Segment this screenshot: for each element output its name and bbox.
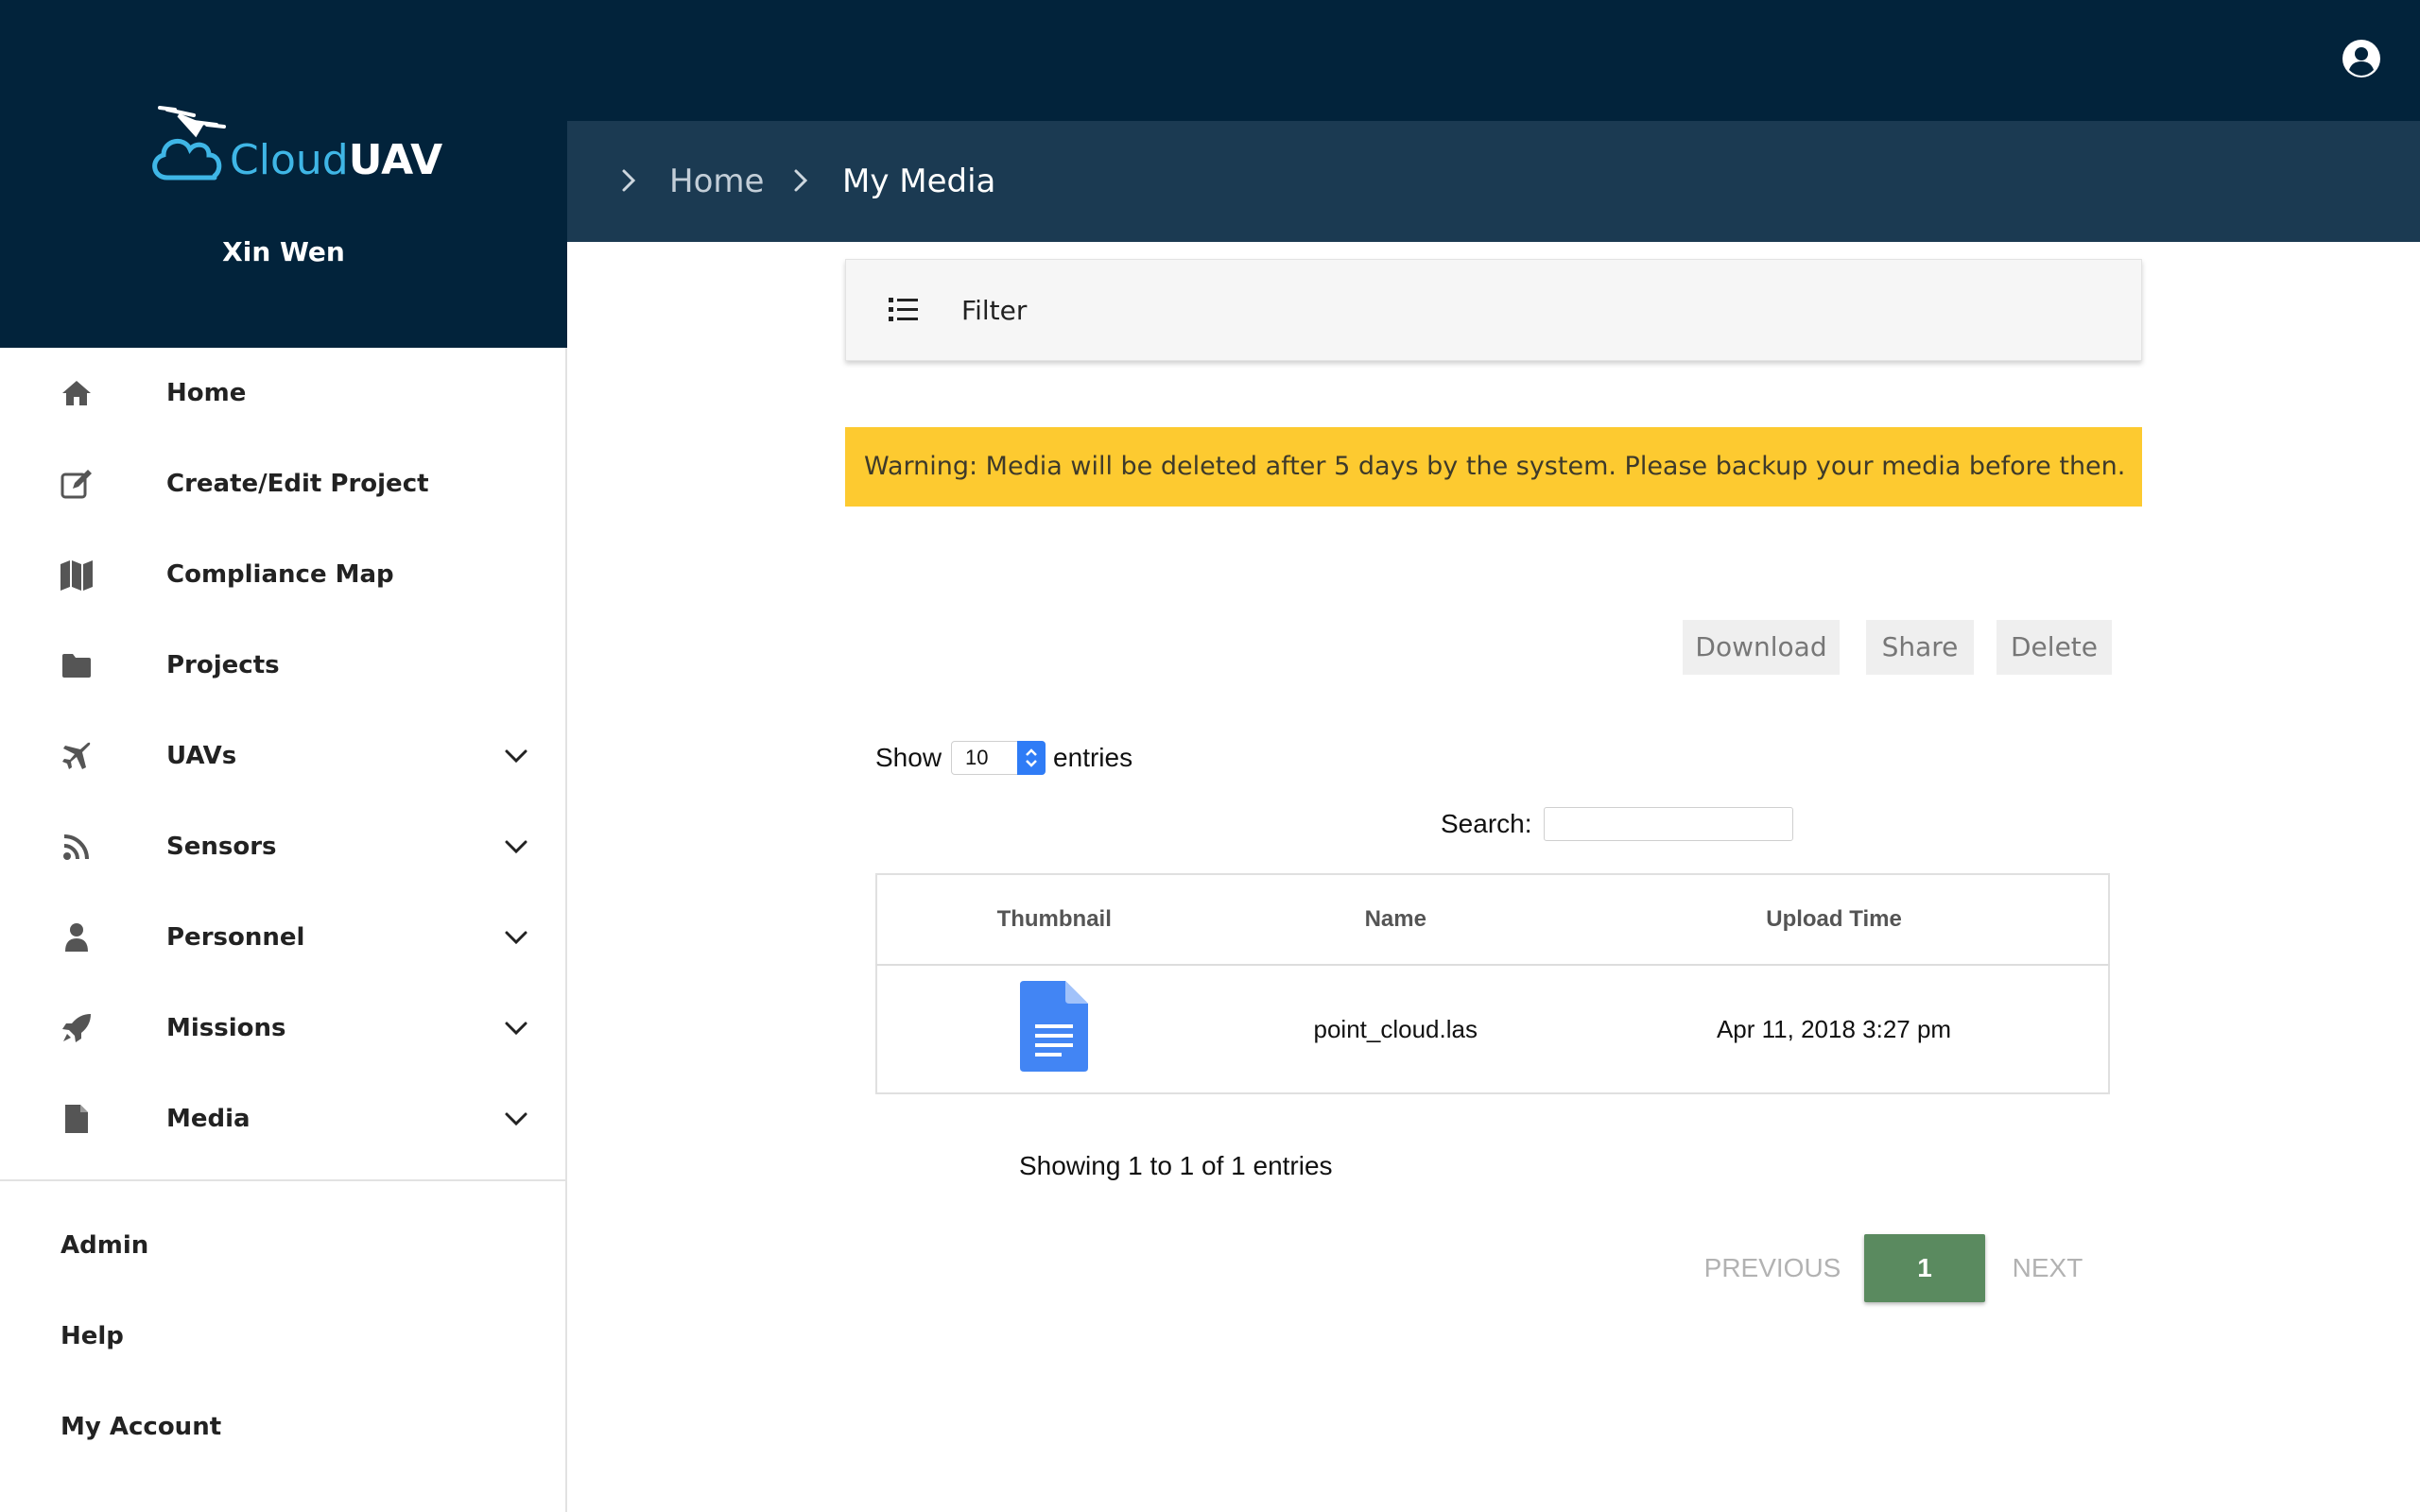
entries-length-control: Show 10 entries	[875, 739, 1132, 777]
show-label: Show	[875, 743, 942, 772]
sidebar: CloudUAV Xin Wen Home Create/Edit Projec…	[0, 0, 567, 1512]
media-table: Thumbnail Name Upload Time point_cloud.l…	[875, 873, 2110, 1094]
entries-select[interactable]: 10	[951, 741, 1046, 775]
sidebar-item-create-edit-project[interactable]: Create/Edit Project	[0, 438, 567, 529]
sidebar-item-label: Sensors	[166, 833, 277, 861]
sidebar-item-label: Personnel	[166, 923, 305, 952]
folder-icon	[59, 648, 95, 682]
search-input[interactable]	[1543, 807, 1793, 841]
edit-icon	[59, 467, 95, 501]
sidebar-item-label: Compliance Map	[166, 560, 394, 589]
user-circle-icon[interactable]	[2341, 38, 2382, 79]
sidebar-item-label: Projects	[166, 651, 280, 679]
name-cell: point_cloud.las	[1313, 1014, 1478, 1043]
sidebar-item-home[interactable]: Home	[0, 348, 567, 438]
document-icon[interactable]	[1020, 980, 1089, 1072]
entries-select-value: 10	[965, 746, 989, 769]
rocket-icon	[59, 1011, 95, 1045]
table-row[interactable]: point_cloud.las Apr 11, 2018 3:27 pm	[876, 965, 2109, 1093]
previous-page-button[interactable]: Previous	[1692, 1234, 1853, 1302]
person-icon	[59, 920, 95, 954]
sidebar-item-uavs[interactable]: UAVs	[0, 711, 567, 801]
thumbnail-cell	[876, 965, 1231, 1093]
delete-button[interactable]: Delete	[1996, 620, 2112, 675]
chevron-down-icon[interactable]	[503, 1015, 529, 1041]
app-root: CloudUAV Xin Wen Home Create/Edit Projec…	[0, 0, 2420, 1512]
sidebar-item-label: Home	[166, 379, 247, 407]
map-icon	[59, 558, 95, 592]
upload-time-cell: Apr 11, 2018 3:27 pm	[1716, 1014, 1952, 1043]
plane-icon	[59, 739, 95, 773]
chevron-right-icon	[794, 169, 808, 192]
sidebar-divider	[0, 1179, 567, 1181]
logo-text: CloudUAV	[230, 134, 442, 187]
sidebar-item-personnel[interactable]: Personnel	[0, 892, 567, 983]
next-page-button[interactable]: Next	[2000, 1234, 2095, 1302]
cloud-uav-logo[interactable]: CloudUAV	[147, 102, 442, 187]
column-header-thumbnail[interactable]: Thumbnail	[876, 874, 1232, 966]
top-bar	[567, 0, 2420, 121]
list-icon	[889, 298, 918, 321]
sidebar-item-media[interactable]: Media	[0, 1074, 567, 1164]
sidebar-item-label: Create/Edit Project	[166, 470, 429, 498]
file-icon	[59, 1102, 95, 1136]
drone-cloud-icon	[152, 106, 226, 180]
select-arrows-icon	[1017, 741, 1046, 775]
sidebar-item-label: Media	[166, 1105, 251, 1133]
sidebar-header: CloudUAV Xin Wen	[0, 0, 567, 348]
user-name: Xin Wen	[222, 236, 345, 267]
sidebar-item-label: UAVs	[166, 742, 237, 770]
logo-text-cloud: Cloud	[230, 136, 349, 184]
help-link[interactable]: Help	[60, 1319, 124, 1353]
table-info: Showing 1 to 1 of 1 entries	[1019, 1151, 1333, 1180]
table-search: Search:	[1441, 805, 1793, 843]
breadcrumb-current: My Media	[842, 163, 996, 200]
entries-label: entries	[1053, 743, 1133, 772]
chevron-right-icon	[622, 169, 636, 192]
table-header-row: Thumbnail Name Upload Time	[876, 874, 2109, 966]
column-header-upload-time[interactable]: Upload Time	[1560, 874, 2109, 966]
sidebar-item-sensors[interactable]: Sensors	[0, 801, 567, 892]
page-1-button[interactable]: 1	[1864, 1234, 1985, 1302]
rss-icon	[59, 830, 95, 864]
chevron-down-icon[interactable]	[503, 1106, 529, 1132]
my-account-link[interactable]: My Account	[60, 1410, 221, 1444]
admin-link[interactable]: Admin	[60, 1228, 148, 1263]
search-label: Search:	[1441, 809, 1532, 838]
sidebar-item-compliance-map[interactable]: Compliance Map	[0, 529, 567, 620]
filter-panel[interactable]: Filter	[845, 259, 2142, 361]
download-button[interactable]: Download	[1683, 620, 1840, 675]
share-button[interactable]: Share	[1866, 620, 1974, 675]
filter-label: Filter	[961, 295, 1028, 326]
logo-text-uav: UAV	[348, 136, 443, 184]
sidebar-item-missions[interactable]: Missions	[0, 983, 567, 1074]
chevron-down-icon[interactable]	[503, 833, 529, 860]
sidebar-item-label: Missions	[166, 1014, 286, 1042]
column-header-name[interactable]: Name	[1231, 874, 1561, 966]
chevron-down-icon[interactable]	[503, 743, 529, 769]
chevron-down-icon[interactable]	[503, 924, 529, 951]
home-icon	[59, 376, 95, 410]
sidebar-item-projects[interactable]: Projects	[0, 620, 567, 711]
warning-banner: Warning: Media will be deleted after 5 d…	[845, 427, 2142, 507]
breadcrumb-home[interactable]: Home	[669, 161, 764, 202]
